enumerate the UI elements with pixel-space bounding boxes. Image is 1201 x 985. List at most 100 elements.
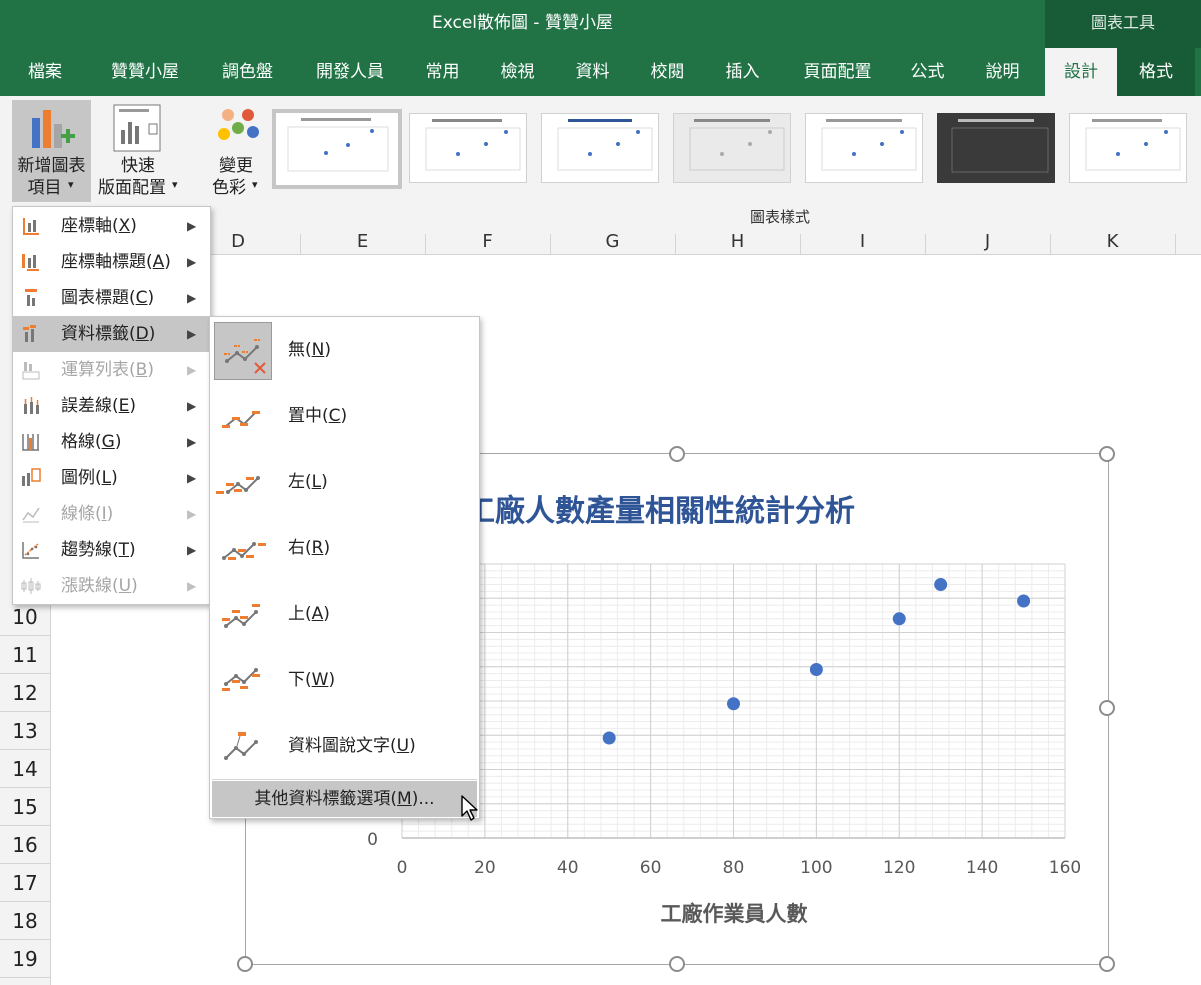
submenu-key-above: A xyxy=(311,604,324,624)
data-labels-submenu: 無(N) 置中(C) 左(L) 右(R) 上(A) 下(W) 資料圖說文字(U)… xyxy=(209,316,480,819)
data-table-icon xyxy=(22,362,40,380)
x-tick-label: 100 xyxy=(800,858,832,878)
scatter-point[interactable] xyxy=(934,578,948,592)
x-tick-label: 60 xyxy=(640,858,662,878)
submenu-arrow-icon: ▶ xyxy=(187,399,197,413)
menu-item-trendline[interactable]: 趨勢線(T) ▶ xyxy=(13,532,209,568)
submenu-item-none[interactable]: 無(N) xyxy=(210,317,477,383)
menu-label-data-labels: 資料標籤 xyxy=(61,324,129,344)
menu-key-data-table: B xyxy=(135,360,148,380)
submenu-key-center: C xyxy=(328,406,341,426)
submenu-separator xyxy=(212,779,477,780)
x-tick-label: 40 xyxy=(557,858,579,878)
submenu-arrow-icon: ▶ xyxy=(187,327,197,341)
menu-item-axes[interactable]: 座標軸(X) ▶ xyxy=(13,208,209,244)
x-tick-label: 80 xyxy=(723,858,745,878)
submenu-arrow-icon: ▶ xyxy=(187,255,197,269)
menu-label-error-bars: 誤差線 xyxy=(61,396,112,416)
menu-key-trendline: T xyxy=(118,540,130,560)
submenu-item-right[interactable]: 右(R) xyxy=(210,515,477,581)
scatter-point[interactable] xyxy=(602,731,616,745)
menu-label-legend: 圖例 xyxy=(61,468,95,488)
menu-item-lines: 線條(I) ▶ xyxy=(13,496,209,532)
gridlines-icon xyxy=(22,434,39,451)
submenu-label-callout: 資料圖說文字 xyxy=(288,736,390,756)
x-tick-label: 0 xyxy=(397,858,408,878)
menu-key-lines: I xyxy=(101,504,107,524)
scatter-point[interactable] xyxy=(727,697,740,711)
submenu-arrow-icon: ▶ xyxy=(187,543,197,557)
menu-key-chart-title: C xyxy=(135,288,148,308)
submenu-arrow-icon: ▶ xyxy=(187,219,197,233)
submenu-key-right: R xyxy=(311,538,324,558)
more-options-label: 其他資料標籤選項 xyxy=(254,789,391,809)
x-tick-label: 160 xyxy=(1049,858,1081,878)
mouse-pointer-icon xyxy=(461,795,478,821)
data-label-below-icon xyxy=(222,668,260,691)
menu-item-error-bars[interactable]: 誤差線(E) ▶ xyxy=(13,388,209,424)
submenu-key-none: N xyxy=(311,340,325,360)
add-chart-element-menu: 座標軸(X) ▶ 座標軸標題(A) ▶ 圖表標題(C) ▶ 資料標籤(D) ▶ … xyxy=(12,206,211,605)
menu-item-axis-titles[interactable]: 座標軸標題(A) ▶ xyxy=(13,244,209,280)
data-label-callout-icon xyxy=(224,732,258,760)
menu-key-legend: L xyxy=(101,468,112,488)
x-axis-title[interactable]: 工廠作業員人數 xyxy=(402,898,1066,928)
submenu-label-right: 右 xyxy=(288,538,305,558)
up-down-bars-icon xyxy=(21,578,41,594)
data-label-above-icon xyxy=(222,604,260,628)
scatter-point[interactable] xyxy=(1017,594,1031,608)
menu-key-gridlines: G xyxy=(101,432,115,452)
submenu-arrow-icon: ▶ xyxy=(187,291,197,305)
submenu-key-below: W xyxy=(311,670,329,690)
data-label-right-icon xyxy=(222,542,266,560)
menu-item-chart-title[interactable]: 圖表標題(C) ▶ xyxy=(13,280,209,316)
menu-label-data-table: 運算列表 xyxy=(61,360,129,380)
menu-label-up-down-bars: 漲跌線 xyxy=(61,576,112,596)
more-options-key: M xyxy=(397,789,412,809)
menu-item-data-labels[interactable]: 資料標籤(D) ▶ xyxy=(13,316,209,352)
submenu-label-above: 上 xyxy=(288,604,305,624)
submenu-label-none: 無 xyxy=(288,340,305,360)
submenu-arrow-icon: ▶ xyxy=(187,471,197,485)
trendline-icon xyxy=(22,542,39,559)
submenu-key-callout: U xyxy=(396,736,410,756)
menu-label-gridlines: 格線 xyxy=(61,432,95,452)
menu-label-chart-title: 圖表標題 xyxy=(61,288,129,308)
submenu-item-callout[interactable]: 資料圖說文字(U) xyxy=(210,713,477,779)
lines-icon xyxy=(22,507,40,523)
x-tick-label: 120 xyxy=(883,858,915,878)
menu-item-data-table: 運算列表(B) ▶ xyxy=(13,352,209,388)
submenu-item-below[interactable]: 下(W) xyxy=(210,647,477,713)
menu-item-gridlines[interactable]: 格線(G) ▶ xyxy=(13,424,209,460)
axis-titles-icon xyxy=(22,254,39,271)
menu-label-axis-titles: 座標軸標題 xyxy=(61,252,146,272)
submenu-item-left[interactable]: 左(L) xyxy=(210,449,477,515)
scatter-point[interactable] xyxy=(892,612,906,626)
submenu-item-center[interactable]: 置中(C) xyxy=(210,383,477,449)
submenu-label-below: 下 xyxy=(288,670,305,690)
more-data-label-options-item[interactable]: 其他資料標籤選項(M)... xyxy=(212,781,477,817)
y-tick-label: 0 xyxy=(367,830,378,850)
submenu-item-above[interactable]: 上(A) xyxy=(210,581,477,647)
x-tick-label: 20 xyxy=(474,858,496,878)
data-label-center-icon xyxy=(222,411,260,428)
submenu-arrow-icon: ▶ xyxy=(187,579,197,593)
scatter-point[interactable] xyxy=(809,662,823,676)
data-label-left-icon xyxy=(216,476,260,494)
submenu-arrow-icon: ▶ xyxy=(187,507,197,521)
data-label-none-icon xyxy=(214,322,272,380)
submenu-label-left: 左 xyxy=(288,472,305,492)
menu-key-axes: X xyxy=(118,216,131,236)
x-tick-label: 140 xyxy=(966,858,998,878)
menu-label-trendline: 趨勢線 xyxy=(61,540,112,560)
chart-title-icon xyxy=(25,289,37,306)
more-options-suffix: ... xyxy=(418,789,435,809)
menu-label-lines: 線條 xyxy=(61,504,95,524)
menu-key-error-bars: E xyxy=(118,396,130,416)
error-bars-icon xyxy=(24,397,39,414)
menu-key-data-labels: D xyxy=(135,324,149,344)
submenu-key-left: L xyxy=(311,472,322,492)
submenu-arrow-icon: ▶ xyxy=(187,435,197,449)
menu-item-legend[interactable]: 圖例(L) ▶ xyxy=(13,460,209,496)
submenu-arrow-icon: ▶ xyxy=(187,363,197,377)
